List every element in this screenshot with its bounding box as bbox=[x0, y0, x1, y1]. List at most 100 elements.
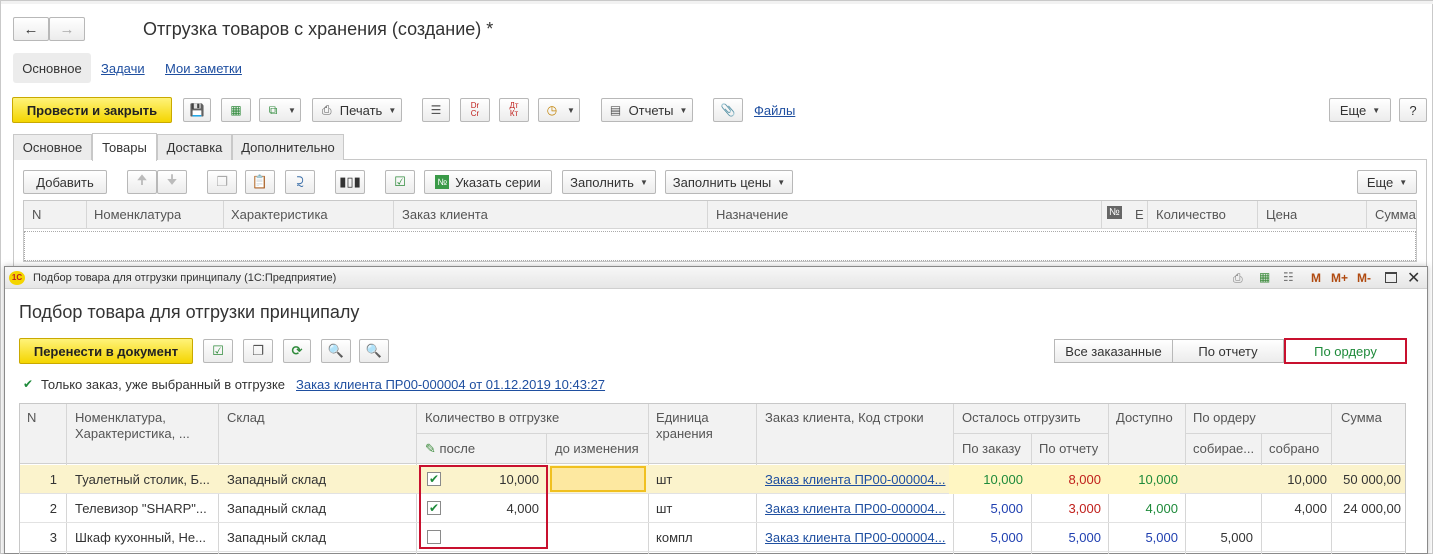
goods-col-price: Цена bbox=[1266, 207, 1298, 222]
files-link[interactable]: Файлы bbox=[754, 103, 795, 118]
attach-button[interactable]: 📎 bbox=[713, 98, 743, 122]
clear-search-button[interactable]: 🔍 bbox=[359, 339, 389, 363]
mode-by-report[interactable]: По отчету bbox=[1172, 339, 1284, 363]
paste-icon: 📋 bbox=[251, 174, 269, 189]
row-available: 5,000 bbox=[1145, 530, 1178, 545]
structure-button[interactable]: ☰ bbox=[422, 98, 450, 122]
row-available: 4,000 bbox=[1145, 501, 1178, 516]
fill-prices-button[interactable]: Заполнить цены ▼ bbox=[665, 170, 793, 194]
row-order-link[interactable]: Заказ клиента ПР00-000004... bbox=[765, 501, 950, 516]
goods-more-button[interactable]: Еще ▼ bbox=[1357, 170, 1417, 194]
tab-additional[interactable]: Дополнительно bbox=[232, 134, 344, 160]
col-n: N bbox=[27, 410, 37, 425]
memory-m-plus-button[interactable]: M+ bbox=[1331, 271, 1348, 285]
mode-by-warrant[interactable]: По ордеру bbox=[1284, 338, 1407, 364]
series-button[interactable]: № Указать серии bbox=[424, 170, 552, 194]
post-close-label: Провести и закрыть bbox=[26, 102, 158, 118]
add-row-label: Добавить bbox=[36, 174, 94, 190]
fill-prices-label: Заполнить цены bbox=[672, 174, 772, 190]
history-button[interactable]: ◷ ▼ bbox=[538, 98, 580, 122]
calculator-icon[interactable]: ▦ bbox=[1259, 270, 1270, 284]
search-icon: 🔍 bbox=[327, 343, 345, 358]
col-item: Номенклатура, Характеристика, ... bbox=[75, 410, 190, 441]
nav-tab-notes[interactable]: Мои заметки bbox=[165, 61, 242, 76]
back-button[interactable]: ← bbox=[13, 17, 49, 41]
row-warehouse: Западный склад bbox=[227, 530, 327, 545]
page-title: Отгрузка товаров с хранения (создание) * bbox=[143, 19, 494, 39]
tab-delivery-label: Доставка bbox=[166, 140, 223, 155]
top-divider bbox=[1, 1, 1433, 4]
checklist-icon: ☑ bbox=[394, 174, 406, 189]
tab-goods[interactable]: Товары bbox=[92, 133, 157, 161]
print-button[interactable]: ⎙ Печать ▼ bbox=[312, 98, 402, 122]
col-warehouse: Склад bbox=[227, 410, 265, 425]
reports-label: Отчеты bbox=[628, 102, 674, 118]
move-down-button[interactable]: 🠋 bbox=[157, 170, 187, 194]
row-number: 2 bbox=[49, 501, 57, 516]
copy-button[interactable]: ❐ bbox=[207, 170, 237, 194]
row-select-checkbox[interactable] bbox=[427, 530, 441, 544]
dt-cr-button[interactable]: Dr Cr bbox=[460, 98, 490, 122]
save-button[interactable]: 💾 bbox=[183, 98, 211, 122]
tab-delivery[interactable]: Доставка bbox=[157, 134, 232, 160]
create-based-button[interactable]: ⧉ ▼ bbox=[259, 98, 301, 122]
fill-button[interactable]: Заполнить ▼ bbox=[562, 170, 656, 194]
col-order: Заказ клиента, Код строки bbox=[765, 410, 924, 425]
split-button[interactable]: ⫈ bbox=[285, 170, 315, 194]
col-available: Доступно bbox=[1116, 410, 1173, 425]
mode-by-warrant-label: По ордеру bbox=[1314, 343, 1377, 359]
pick-button[interactable]: ☑ bbox=[385, 170, 415, 194]
post-close-button[interactable]: Провести и закрыть bbox=[12, 97, 172, 123]
copy-rows-button[interactable]: ❐ bbox=[243, 339, 273, 363]
nav-tab-tasks[interactable]: Задачи bbox=[101, 61, 145, 76]
refresh-button[interactable]: ⟳ bbox=[283, 339, 311, 363]
print-small-icon[interactable]: ⎙ bbox=[1233, 271, 1243, 286]
transfer-button[interactable]: Перенести в документ bbox=[19, 338, 193, 364]
row-select-checkbox[interactable]: ✔ bbox=[427, 501, 441, 515]
arrow-up-icon: 🠉 bbox=[136, 172, 148, 187]
refresh-icon: ⟳ bbox=[291, 343, 303, 358]
row-order-link[interactable]: Заказ клиента ПР00-000004... bbox=[765, 530, 950, 545]
maximize-icon[interactable] bbox=[1385, 272, 1397, 283]
paste-button[interactable]: 📋 bbox=[245, 170, 275, 194]
row-sum: 50 000,00 bbox=[1343, 472, 1401, 487]
qty-before-input[interactable] bbox=[550, 466, 646, 492]
row-select-checkbox[interactable]: ✔ bbox=[427, 472, 441, 486]
calendar-icon[interactable]: ☷ bbox=[1283, 270, 1294, 284]
move-up-button[interactable]: 🠉 bbox=[127, 170, 157, 194]
forward-button[interactable]: → bbox=[49, 17, 85, 41]
tab-goods-label: Товары bbox=[102, 140, 147, 155]
reports-button[interactable]: ▤ Отчеты ▼ bbox=[601, 98, 693, 122]
more-button[interactable]: Еще ▼ bbox=[1329, 98, 1391, 122]
row-number: 1 bbox=[49, 472, 57, 487]
memory-m-button[interactable]: M bbox=[1311, 271, 1321, 285]
only-order-checkbox[interactable]: ✔ bbox=[21, 377, 35, 391]
goods-col-item: Номенклатура bbox=[94, 207, 182, 222]
post-button[interactable]: ▦ bbox=[221, 98, 251, 122]
clear-search-icon: 🔍 bbox=[365, 343, 383, 358]
memory-m-minus-button[interactable]: M- bbox=[1357, 271, 1371, 285]
copy-icon: ❐ bbox=[216, 174, 228, 189]
fill-label: Заполнить bbox=[570, 174, 634, 190]
nav-tab-main[interactable]: Основное bbox=[13, 53, 91, 83]
order-link[interactable]: Заказ клиента ПР00-000004 от 01.12.2019 … bbox=[296, 377, 605, 392]
search-button[interactable]: 🔍 bbox=[321, 339, 351, 363]
col-collected: собрано bbox=[1269, 441, 1320, 456]
series-icon: № bbox=[435, 175, 450, 189]
add-row-button[interactable]: Добавить bbox=[23, 170, 107, 194]
row-order-link[interactable]: Заказ клиента ПР00-000004... bbox=[765, 472, 950, 487]
row-collecting: 5,000 bbox=[1220, 530, 1253, 545]
check-all-button[interactable]: ☑ bbox=[203, 339, 233, 363]
print-label: Печать bbox=[339, 102, 383, 118]
tab-main[interactable]: Основное bbox=[13, 134, 92, 160]
help-button[interactable]: ? bbox=[1399, 98, 1427, 122]
dt-kt-button[interactable]: Дт Кт bbox=[499, 98, 529, 122]
goods-col-purpose: Назначение bbox=[716, 207, 789, 222]
close-icon[interactable]: ✕ bbox=[1407, 268, 1420, 288]
col-by-order: По заказу bbox=[962, 441, 1021, 456]
goods-col-qty: Количество bbox=[1156, 207, 1226, 222]
tab-additional-label: Дополнительно bbox=[241, 140, 335, 155]
mode-all-ordered[interactable]: Все заказанные bbox=[1054, 339, 1173, 363]
row-by-report: 5,000 bbox=[1068, 530, 1101, 545]
barcode-button[interactable]: ▮▯▮ bbox=[335, 170, 365, 194]
